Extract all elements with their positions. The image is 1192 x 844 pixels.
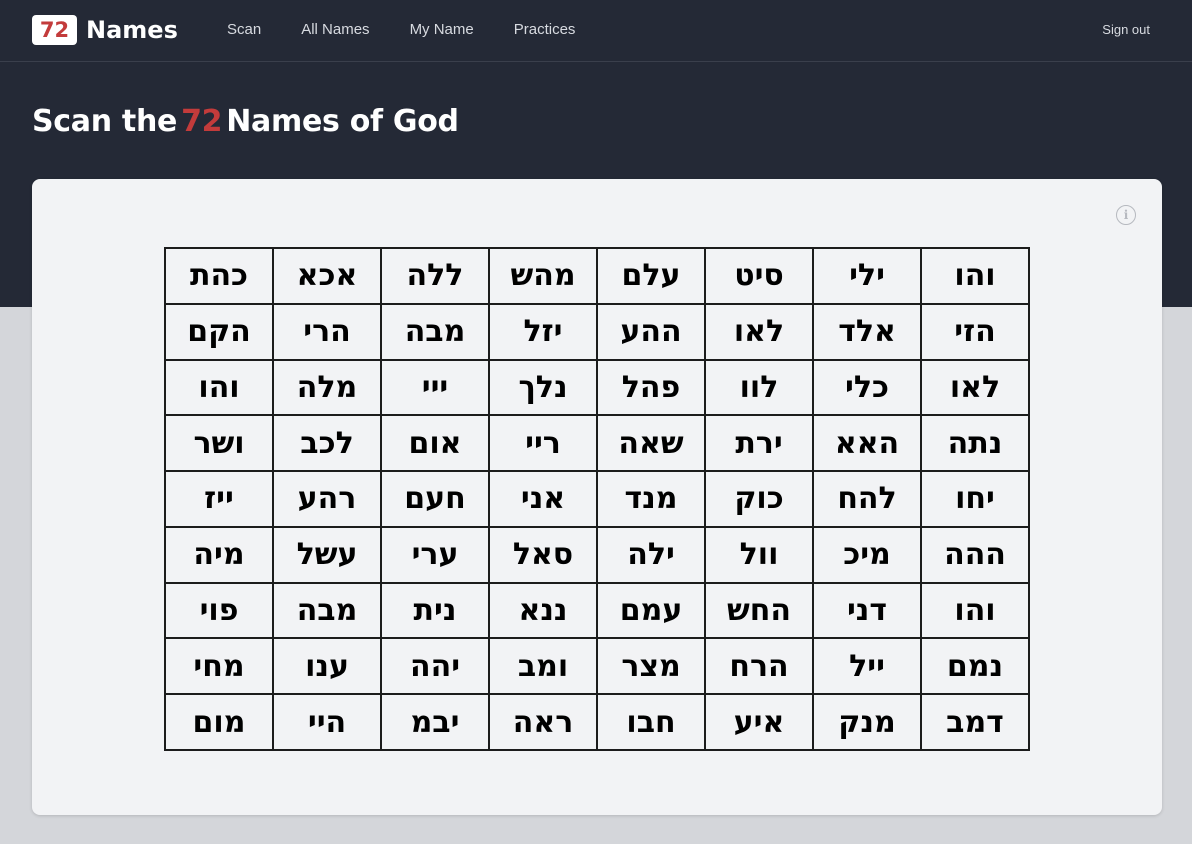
name-cell[interactable]: כוק — [705, 471, 813, 527]
page-title-before: Scan the — [32, 104, 178, 139]
name-cell[interactable]: לכב — [273, 415, 381, 472]
nav-link-scan[interactable]: Scan — [227, 21, 261, 38]
name-cell[interactable]: האא — [813, 415, 921, 472]
logo-text: Names — [86, 16, 178, 44]
name-cell[interactable]: נתה — [921, 415, 1029, 472]
name-cell[interactable]: החש — [705, 582, 813, 639]
name-cell[interactable]: עמם — [597, 582, 705, 639]
info-icon[interactable]: i — [1116, 205, 1136, 225]
name-cell[interactable]: אום — [381, 415, 489, 472]
top-navbar: 72 Names Scan All Names My Name Practice… — [0, 0, 1192, 62]
name-cell[interactable]: סיט — [705, 248, 813, 304]
name-cell[interactable]: ייז — [165, 471, 273, 527]
name-cell[interactable]: מנק — [813, 694, 921, 750]
name-cell[interactable]: הקם — [165, 303, 273, 360]
name-cell[interactable]: ההה — [921, 526, 1029, 583]
name-cell[interactable]: ראה — [489, 694, 597, 750]
name-cell[interactable]: נמם — [921, 638, 1029, 695]
sign-out-link[interactable]: Sign out — [1102, 22, 1150, 37]
name-cell[interactable]: יזל — [489, 303, 597, 360]
name-cell[interactable]: מצר — [597, 638, 705, 695]
name-cell[interactable]: פוי — [165, 582, 273, 639]
page-title: Scan the 72 Names of God — [32, 104, 459, 139]
name-cell[interactable]: חבו — [597, 694, 705, 750]
nav-links: Scan All Names My Name Practices — [227, 21, 615, 38]
name-cell[interactable]: לאו — [705, 303, 813, 360]
name-cell[interactable]: מהש — [489, 248, 597, 304]
name-cell[interactable]: ילי — [813, 248, 921, 304]
name-cell[interactable]: הרח — [705, 638, 813, 695]
name-cell[interactable]: ננא — [489, 582, 597, 639]
name-cell[interactable]: ילה — [597, 526, 705, 583]
name-cell[interactable]: יבמ — [381, 694, 489, 750]
name-cell[interactable]: היי — [273, 694, 381, 750]
name-cell[interactable]: ושר — [165, 415, 273, 472]
logo-badge: 72 — [32, 15, 77, 45]
name-cell[interactable]: להח — [813, 471, 921, 527]
name-cell[interactable]: וול — [705, 526, 813, 583]
name-cell[interactable]: יחו — [921, 471, 1029, 527]
name-cell[interactable]: מבה — [273, 582, 381, 639]
name-cell[interactable]: אלד — [813, 303, 921, 360]
name-cell[interactable]: אכא — [273, 248, 381, 304]
page-title-accent: 72 — [181, 104, 223, 139]
name-cell[interactable]: כהת — [165, 248, 273, 304]
nav-link-my-name[interactable]: My Name — [410, 21, 474, 38]
name-cell[interactable]: ירת — [705, 415, 813, 472]
name-cell[interactable]: דני — [813, 582, 921, 639]
name-cell[interactable]: מום — [165, 694, 273, 750]
name-cell[interactable]: והו — [921, 248, 1029, 304]
name-cell[interactable]: והו — [921, 582, 1029, 639]
name-cell[interactable]: ריי — [489, 415, 597, 472]
name-cell[interactable]: ללה — [381, 248, 489, 304]
name-cell[interactable]: עלם — [597, 248, 705, 304]
name-cell[interactable]: פהל — [597, 359, 705, 416]
name-cell[interactable]: רהע — [273, 471, 381, 527]
name-cell[interactable]: דמב — [921, 694, 1029, 750]
name-cell[interactable]: מלה — [273, 359, 381, 416]
name-cell[interactable]: יהה — [381, 638, 489, 695]
name-cell[interactable]: שאה — [597, 415, 705, 472]
name-cell[interactable]: לאו — [921, 359, 1029, 416]
page-title-after: Names of God — [226, 104, 459, 139]
name-cell[interactable]: הרי — [273, 303, 381, 360]
nav-link-all-names[interactable]: All Names — [301, 21, 369, 38]
scan-card: i כהת אכא ללה מהש עלם סיט ילי והו הקם הרי מבה יזל הה… — [32, 179, 1162, 815]
name-cell[interactable]: איע — [705, 694, 813, 750]
nav-link-practices[interactable]: Practices — [514, 21, 576, 38]
name-cell[interactable]: לוו — [705, 359, 813, 416]
name-cell[interactable]: עשל — [273, 526, 381, 583]
name-cell[interactable]: ייל — [813, 638, 921, 695]
name-cell[interactable]: מחי — [165, 638, 273, 695]
logo[interactable]: 72 Names — [32, 15, 178, 45]
name-cell[interactable]: נית — [381, 582, 489, 639]
name-cell[interactable]: והו — [165, 359, 273, 416]
name-cell[interactable]: מיה — [165, 526, 273, 583]
name-cell[interactable]: מיכ — [813, 526, 921, 583]
name-cell[interactable]: ומב — [489, 638, 597, 695]
name-cell[interactable]: אני — [489, 471, 597, 527]
name-cell[interactable]: מנד — [597, 471, 705, 527]
name-cell[interactable]: ההע — [597, 303, 705, 360]
name-cell[interactable]: ייי — [381, 359, 489, 416]
name-cell[interactable]: נלך — [489, 359, 597, 416]
name-cell[interactable]: חעם — [381, 471, 489, 527]
name-cell[interactable]: מבה — [381, 303, 489, 360]
name-cell[interactable]: ענו — [273, 638, 381, 695]
name-cell[interactable]: כלי — [813, 359, 921, 416]
name-cell[interactable]: סאל — [489, 526, 597, 583]
name-cell[interactable]: ערי — [381, 526, 489, 583]
names-grid: כהת אכא ללה מהש עלם סיט ילי והו הקם הרי מבה יזל ההע ל… — [164, 247, 1030, 751]
name-cell[interactable]: הזי — [921, 303, 1029, 360]
